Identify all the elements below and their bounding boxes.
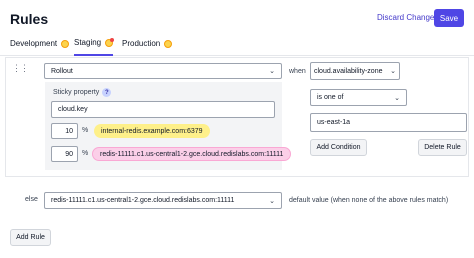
variant-value-chip[interactable]: internal-redis.example.com:6379: [94, 124, 210, 138]
sticky-property-label: Sticky property ?: [53, 88, 112, 97]
context-select[interactable]: cloud.availability-zone ⌄: [310, 62, 400, 80]
sticky-label-text: Sticky property: [53, 89, 100, 96]
tab-label: Production: [122, 39, 161, 48]
tab-label: Staging: [74, 38, 102, 47]
operator-select[interactable]: is one of ⌄: [310, 89, 407, 106]
unsaved-indicator-icon: [110, 37, 115, 42]
percent-symbol: %: [82, 127, 89, 134]
match-value-text: us-east-1a: [317, 119, 351, 126]
match-value-input[interactable]: us-east-1a: [310, 113, 467, 132]
drag-handle-icon[interactable]: ⋮⋮: [12, 64, 29, 73]
discard-changes-link[interactable]: Discard Changes: [377, 13, 438, 22]
tab-staging[interactable]: Staging: [74, 37, 115, 56]
add-condition-button[interactable]: Add Condition: [310, 139, 367, 156]
percent-symbol: %: [82, 150, 89, 157]
add-rule-button[interactable]: Add Rule: [10, 229, 51, 246]
operator-value: is one of: [317, 94, 344, 101]
when-label: when: [289, 68, 306, 75]
rule-type-value: Rollout: [51, 67, 73, 75]
help-icon[interactable]: ?: [102, 88, 112, 97]
chevron-down-icon: ⌄: [394, 94, 400, 102]
save-button[interactable]: Save: [434, 9, 464, 27]
chevron-down-icon: ⌄: [269, 197, 275, 205]
status-dot-icon: [105, 37, 115, 47]
rule-type-select[interactable]: Rollout ⌄: [44, 63, 282, 79]
variant-percent-input[interactable]: 90: [51, 146, 78, 162]
tab-development[interactable]: Development: [10, 37, 70, 50]
chevron-down-icon: ⌄: [269, 68, 275, 75]
sticky-property-input[interactable]: cloud.key: [51, 101, 275, 118]
tab-label: Development: [10, 39, 58, 48]
context-value: cloud.availability-zone: [314, 67, 383, 75]
default-value-text: redis-11111.c1.us-central1-2.gce.cloud.r…: [51, 197, 235, 204]
status-dot-icon: [164, 39, 173, 48]
environment-tabs: Development Staging Production: [0, 36, 474, 56]
else-label: else: [25, 196, 38, 203]
sticky-value-text: cloud.key: [58, 106, 88, 113]
page-title: Rules: [10, 11, 49, 27]
delete-rule-button[interactable]: Delete Rule: [418, 139, 467, 156]
variant-value-chip[interactable]: redis-11111.c1.us-central1-2.gce.cloud.r…: [92, 147, 292, 161]
default-value-select[interactable]: redis-11111.c1.us-central1-2.gce.cloud.r…: [44, 192, 282, 209]
variant-percent-input[interactable]: 10: [51, 123, 78, 139]
tab-production[interactable]: Production: [122, 37, 173, 50]
status-dot-icon: [61, 39, 70, 48]
default-value-description: default value (when none of the above ru…: [289, 197, 449, 204]
chevron-down-icon: ⌄: [390, 68, 396, 75]
